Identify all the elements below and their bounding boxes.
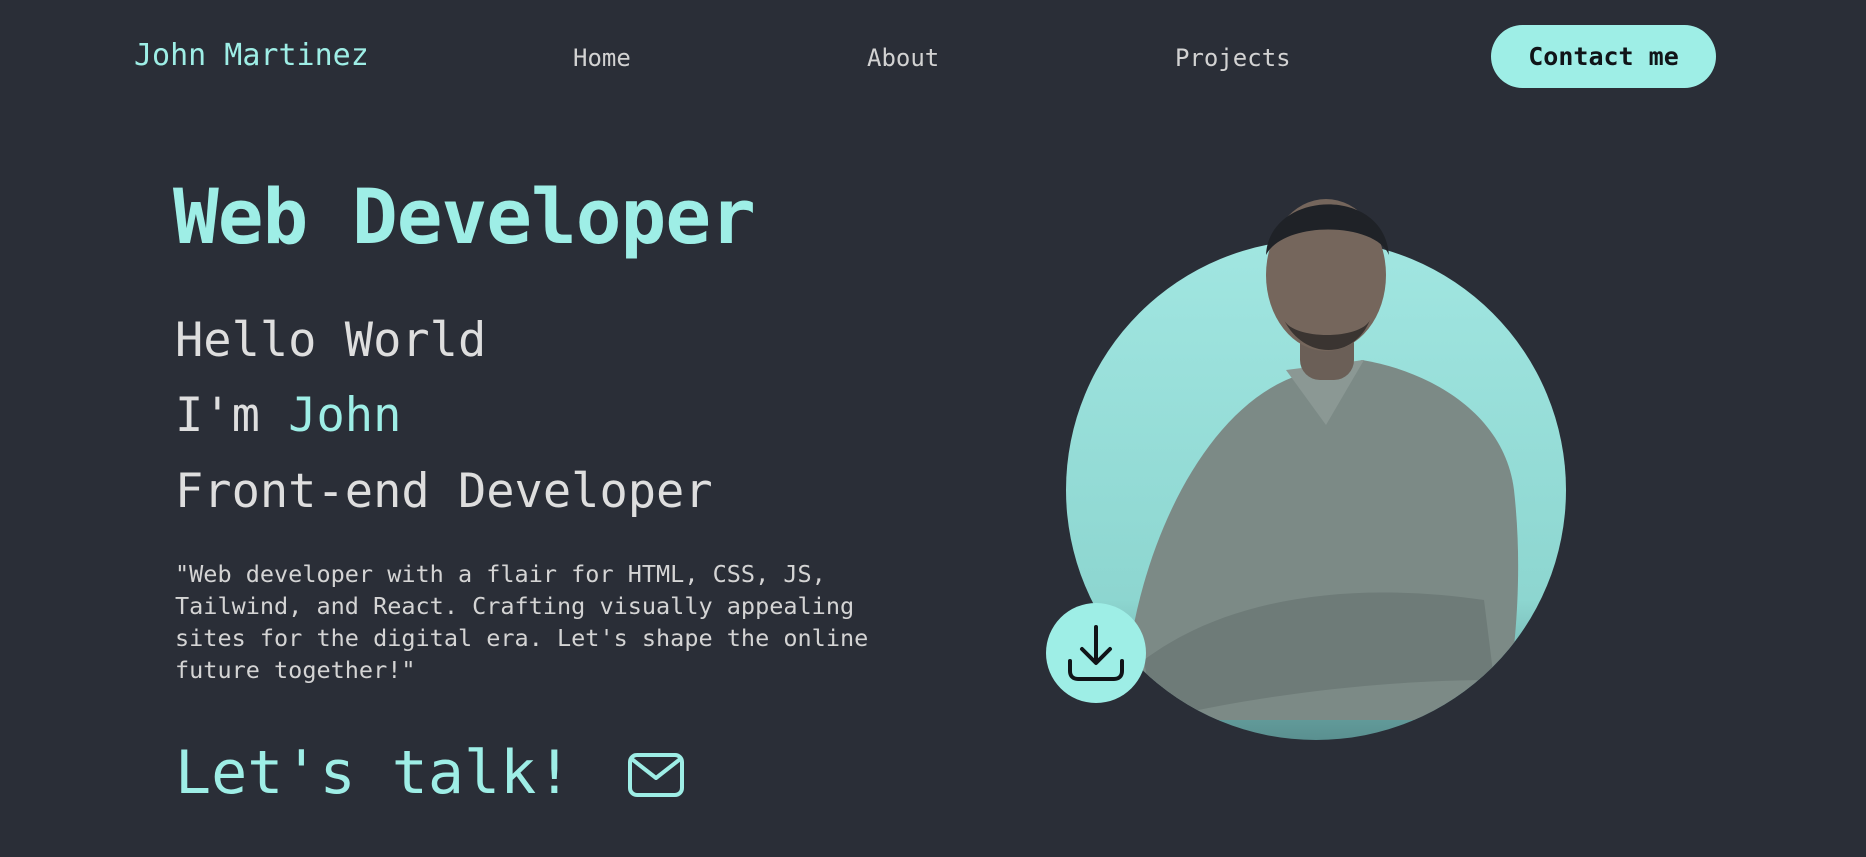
brand-logo-link[interactable]: John Martinez (134, 38, 369, 73)
greeting-text: Hello World (175, 313, 487, 368)
intro-name: John (288, 388, 402, 443)
intro-prefix: I'm (175, 388, 289, 443)
contact-me-button[interactable]: Contact me (1491, 25, 1716, 88)
mail-icon[interactable] (627, 752, 685, 798)
intro-line: I'm John (175, 388, 401, 443)
lets-talk-heading: Let's talk! (175, 738, 573, 808)
nav-link-home[interactable]: Home (573, 44, 631, 72)
bio-text: "Web developer with a flair for HTML, CS… (175, 560, 869, 684)
nav-link-projects[interactable]: Projects (1175, 44, 1291, 72)
site-header: John Martinez Home About Projects Contac… (0, 0, 1866, 114)
download-icon (1068, 625, 1124, 681)
download-cv-button[interactable] (1046, 603, 1146, 703)
nav-link-about[interactable]: About (867, 44, 939, 72)
hero-title: Web Developer (173, 172, 756, 261)
role-text: Front-end Developer (175, 464, 713, 519)
